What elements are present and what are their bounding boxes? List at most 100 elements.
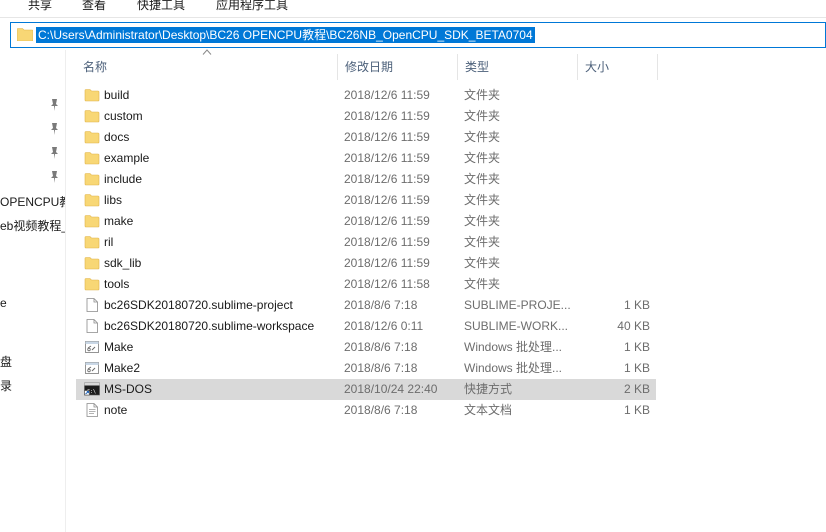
- file-row[interactable]: bc26SDK20180720.sublime-workspace 2018/12…: [76, 316, 656, 337]
- nav-item-e[interactable]: e: [0, 296, 7, 310]
- folder-icon: [84, 276, 100, 292]
- batch-file-icon: [84, 360, 100, 376]
- file-name: make: [104, 214, 134, 228]
- pin-icon[interactable]: [50, 171, 59, 183]
- address-bar[interactable]: C:\Users\Administrator\Desktop\BC26 OPEN…: [10, 22, 826, 48]
- column-header-name[interactable]: 名称: [76, 54, 338, 80]
- file-size: [576, 253, 650, 274]
- file-list: build 2018/12/6 11:59 文件夹 custom 2018/12/6 1…: [76, 85, 656, 421]
- shortcut-icon: C:\: [84, 381, 100, 397]
- file-modified-date: 2018/12/6 11:59: [344, 88, 430, 102]
- file-name: bc26SDK20180720.sublime-workspace: [104, 319, 315, 333]
- file-size: [576, 274, 650, 295]
- nav-item-video-tutorial[interactable]: eb视频教程_: [0, 217, 65, 234]
- file-type: 快捷方式: [464, 382, 513, 396]
- file-type: 文件夹: [464, 214, 501, 228]
- file-type: 文件夹: [464, 130, 501, 144]
- file-modified-date: 2018/12/6 11:59: [344, 214, 430, 228]
- file-size: [576, 190, 650, 211]
- file-row[interactable]: bc26SDK20180720.sublime-project 2018/8/6 …: [76, 295, 656, 316]
- file-size: [576, 85, 650, 106]
- file-name: libs: [104, 193, 123, 207]
- file-row[interactable]: make 2018/12/6 11:59 文件夹: [76, 211, 656, 232]
- file-size: [576, 232, 650, 253]
- file-size: 1 KB: [623, 298, 650, 312]
- file-size: [576, 148, 650, 169]
- nav-item-drive[interactable]: 盘: [0, 353, 12, 370]
- folder-icon: [84, 234, 100, 250]
- file-name: custom: [104, 109, 143, 123]
- folder-icon: [84, 150, 100, 166]
- file-name: build: [104, 88, 130, 102]
- file-size: [576, 211, 650, 232]
- file-type: 文件夹: [464, 172, 501, 186]
- file-size: [576, 127, 650, 148]
- folder-icon: [84, 108, 100, 124]
- file-modified-date: 2018/10/24 22:40: [344, 382, 438, 396]
- file-row[interactable]: tools 2018/12/6 11:58 文件夹: [76, 274, 656, 295]
- folder-icon: [84, 255, 100, 271]
- column-header-date[interactable]: 修改日期: [338, 54, 458, 80]
- file-row[interactable]: example 2018/12/6 11:59 文件夹: [76, 148, 656, 169]
- file-size: 2 KB: [623, 382, 650, 396]
- folder-icon: [17, 28, 33, 41]
- column-header-size[interactable]: 大小: [578, 54, 658, 80]
- file-row[interactable]: include 2018/12/6 11:59 文件夹: [76, 169, 656, 190]
- nav-item-opencpu[interactable]: OPENCPU教: [0, 193, 65, 210]
- tab-view[interactable]: 查看: [82, 0, 106, 13]
- file-name: note: [104, 403, 128, 417]
- column-header-type[interactable]: 类型: [458, 54, 578, 80]
- pin-icon[interactable]: [50, 99, 59, 111]
- file-modified-date: 2018/8/6 7:18: [344, 340, 418, 354]
- file-name: include: [104, 172, 143, 186]
- file-size: [576, 106, 650, 127]
- file-modified-date: 2018/12/6 11:59: [344, 256, 430, 270]
- file-name: MS-DOS: [104, 382, 152, 396]
- file-modified-date: 2018/12/6 11:59: [344, 130, 430, 144]
- file-type: Windows 批处理...: [464, 340, 563, 354]
- file-modified-date: 2018/12/6 11:59: [344, 109, 430, 123]
- file-row[interactable]: note 2018/8/6 7:18 文本文档 1 KB: [76, 400, 656, 421]
- tab-share[interactable]: 共享: [28, 0, 52, 13]
- file-size: 40 KB: [617, 319, 650, 333]
- file-modified-date: 2018/8/6 7:18: [344, 361, 418, 375]
- file-row[interactable]: docs 2018/12/6 11:59 文件夹: [76, 127, 656, 148]
- file-type: 文本文档: [464, 403, 513, 417]
- folder-icon: [84, 87, 100, 103]
- file-row[interactable]: sdk_lib 2018/12/6 11:59 文件夹: [76, 253, 656, 274]
- file-type: SUBLIME-WORK...: [464, 319, 569, 333]
- file-type: 文件夹: [464, 193, 501, 207]
- file-row[interactable]: custom 2018/12/6 11:59 文件夹: [76, 106, 656, 127]
- file-row[interactable]: Make 2018/8/6 7:18 Windows 批处理... 1 KB: [76, 337, 656, 358]
- batch-file-icon: [84, 339, 100, 355]
- file-name: tools: [104, 277, 130, 291]
- file-type: 文件夹: [464, 151, 501, 165]
- column-header-row: 名称 修改日期 类型 大小: [76, 54, 658, 80]
- navigation-pane: OPENCPU教 eb视频教程_ e 盘 录: [0, 50, 66, 532]
- document-icon: [84, 297, 100, 313]
- address-path-text[interactable]: C:\Users\Administrator\Desktop\BC26 OPEN…: [36, 27, 535, 43]
- file-type: 文件夹: [464, 256, 501, 270]
- file-size: 1 KB: [623, 361, 650, 375]
- folder-icon: [84, 129, 100, 145]
- file-row[interactable]: libs 2018/12/6 11:59 文件夹: [76, 190, 656, 211]
- file-type: SUBLIME-PROJE...: [464, 298, 571, 312]
- file-modified-date: 2018/8/6 7:18: [344, 403, 418, 417]
- file-name: bc26SDK20180720.sublime-project: [104, 298, 293, 312]
- file-name: docs: [104, 130, 130, 144]
- file-row[interactable]: ril 2018/12/6 11:59 文件夹: [76, 232, 656, 253]
- file-modified-date: 2018/12/6 11:59: [344, 235, 430, 249]
- pin-icon[interactable]: [50, 123, 59, 135]
- file-row[interactable]: Make2 2018/8/6 7:18 Windows 批处理... 1 KB: [76, 358, 656, 379]
- text-file-icon: [84, 402, 100, 418]
- file-row[interactable]: build 2018/12/6 11:59 文件夹: [76, 85, 656, 106]
- file-type: 文件夹: [464, 235, 501, 249]
- tab-application-tools[interactable]: 应用程序工具: [216, 0, 288, 13]
- pin-icon[interactable]: [50, 147, 59, 159]
- folder-icon: [84, 171, 100, 187]
- tab-shortcut-tools[interactable]: 快捷工具: [137, 0, 185, 13]
- file-size: 1 KB: [623, 340, 650, 354]
- nav-item-directory[interactable]: 录: [0, 377, 12, 394]
- file-name: Make: [104, 340, 134, 354]
- file-row[interactable]: C:\ MS-DOS 2018/10/24 22:40 快捷方式 2 KB: [76, 379, 656, 400]
